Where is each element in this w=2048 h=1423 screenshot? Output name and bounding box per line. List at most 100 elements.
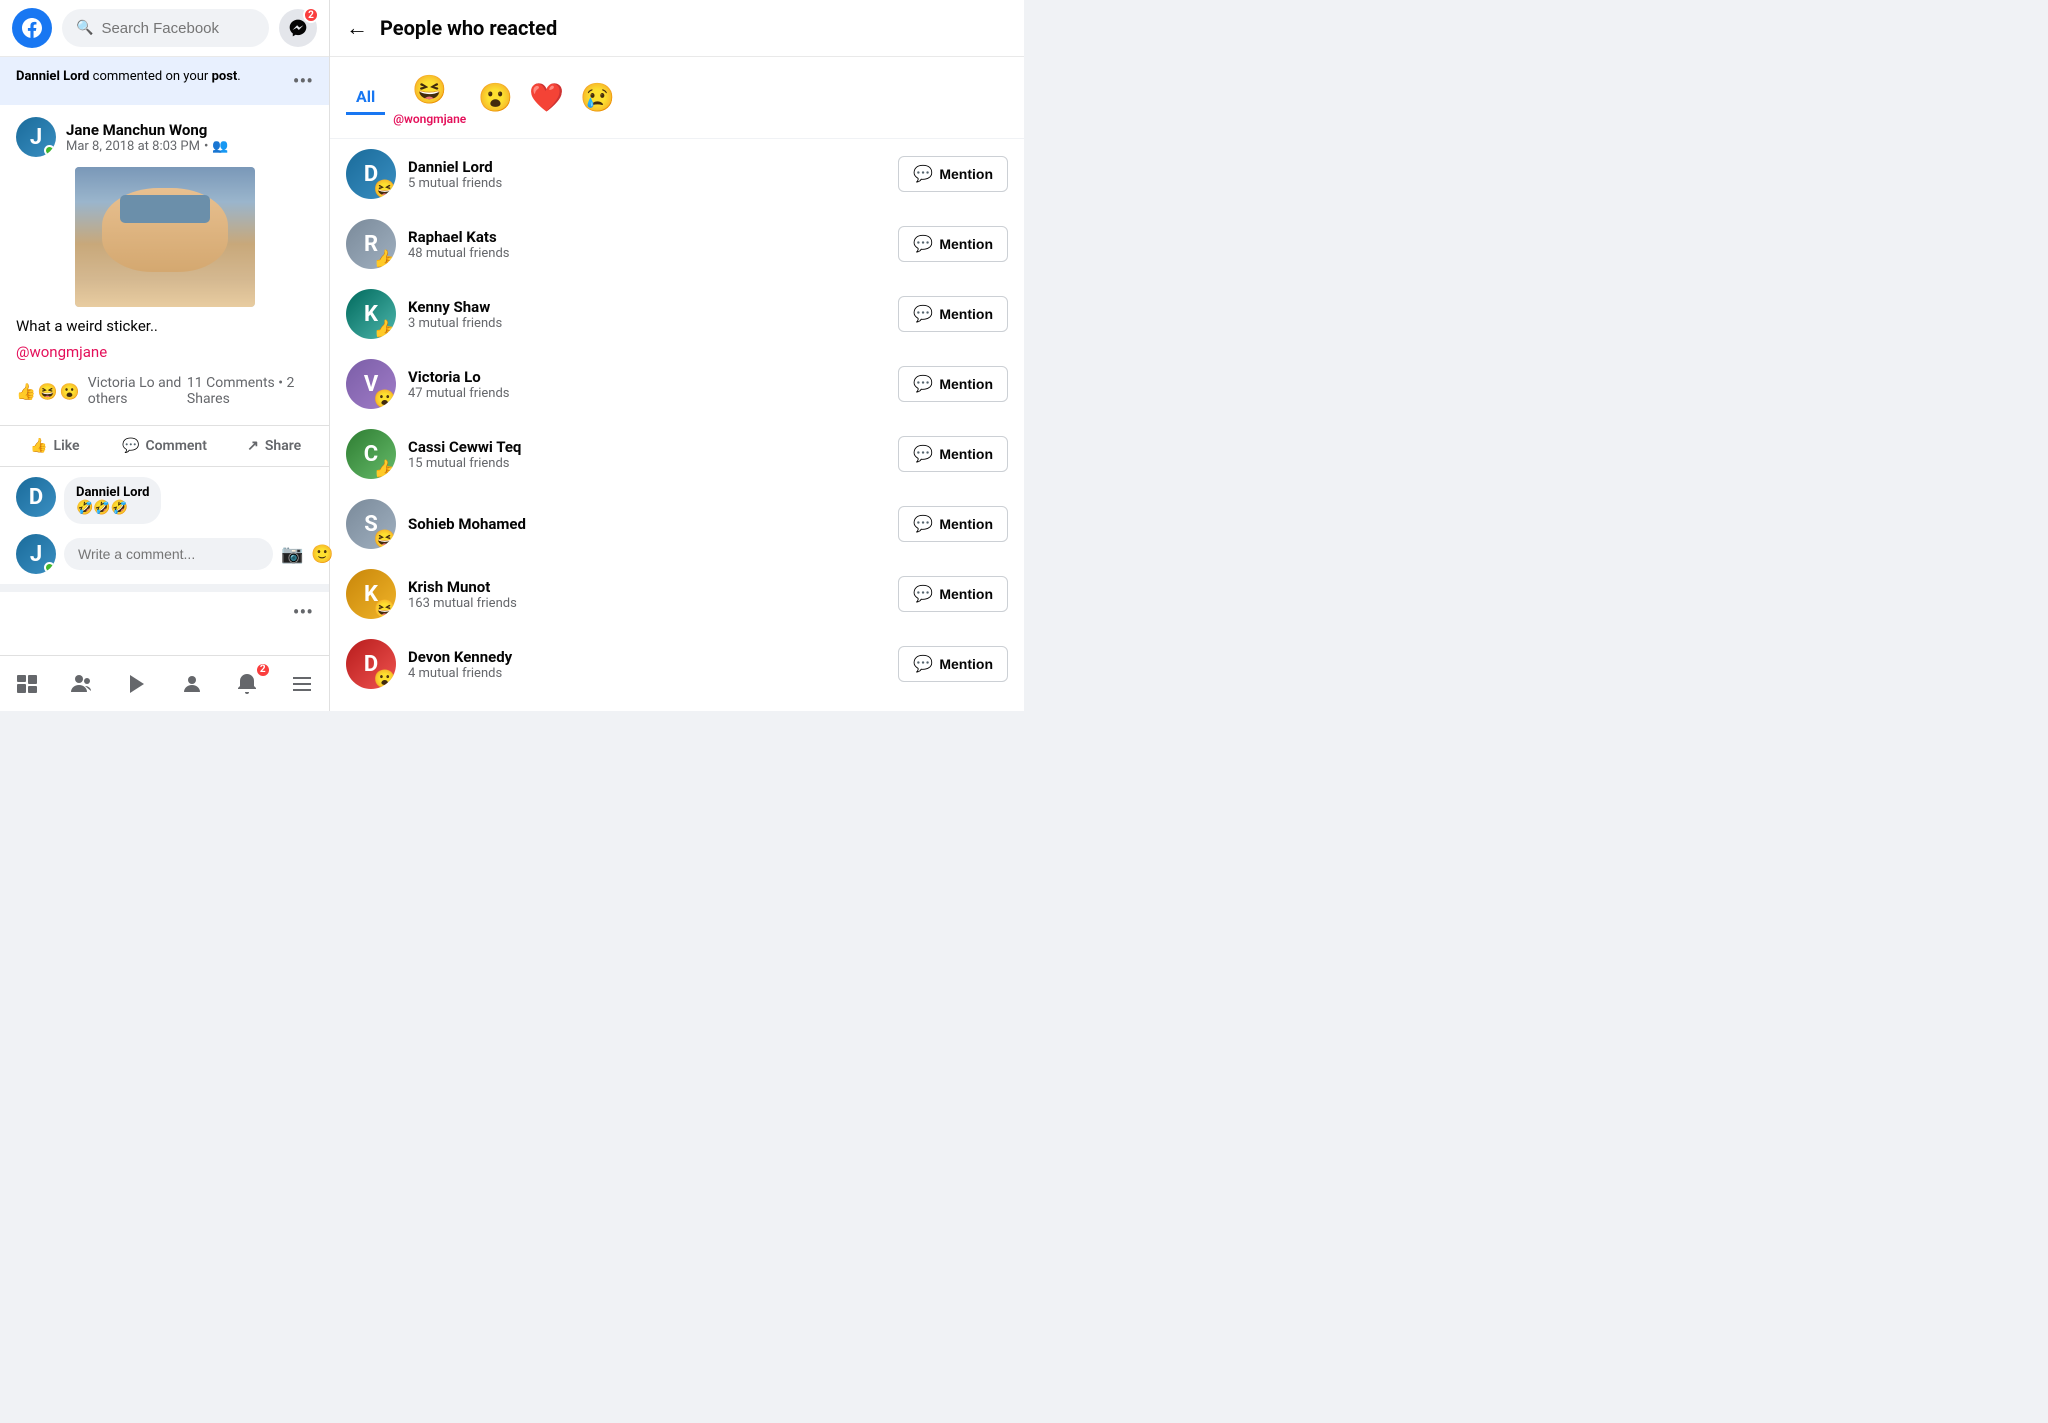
mention-button[interactable]: 💬 Mention <box>898 436 1008 472</box>
notification-item: Danniel Lord commented on your post. ••• <box>0 57 329 105</box>
mention-icon: 💬 <box>913 374 933 394</box>
mention-icon: 💬 <box>913 514 933 534</box>
person-info: Danniel Lord 5 mutual friends <box>408 158 886 191</box>
mention-button[interactable]: 💬 Mention <box>898 576 1008 612</box>
person-row: K 😆 Krish Munot 163 mutual friends 💬 Men… <box>330 559 1024 629</box>
post-actions: 👍 Like 💬 Comment ↗ Share <box>0 425 329 467</box>
person-info: Sohieb Mohamed <box>408 515 886 533</box>
comment-item: D Danniel Lord 🤣🤣🤣 <box>16 477 313 524</box>
reaction-emojis: 👍 😆 😮 <box>16 382 80 401</box>
mention-icon: 💬 <box>913 234 933 254</box>
person-mutual: 5 mutual friends <box>408 176 886 191</box>
comment-input[interactable] <box>64 538 273 570</box>
person-row: C 👍 Cassi Cewwi Teq 15 mutual friends 💬 … <box>330 419 1024 489</box>
emoji-icon[interactable]: 🙂 <box>311 544 333 565</box>
post-mention: @wongmjane <box>16 343 313 361</box>
facebook-logo <box>12 8 52 48</box>
back-button[interactable]: ← <box>346 15 368 41</box>
more-options-button[interactable]: ••• <box>293 600 313 624</box>
audience-icon: 👥 <box>212 139 228 154</box>
filter-all-button[interactable]: All <box>346 81 385 115</box>
person-row: D 😮 Devon Kennedy 4 mutual friends 💬 Men… <box>330 629 1024 699</box>
like-button[interactable]: 👍 Like <box>0 430 110 462</box>
current-user-avatar: J <box>16 534 56 574</box>
person-row: S 😆 Sohieb Mohamed 💬 Mention <box>330 489 1024 559</box>
mention-button[interactable]: 💬 Mention <box>898 506 1008 542</box>
comment-bubble: Danniel Lord 🤣🤣🤣 <box>64 477 161 524</box>
filter-sad-button[interactable]: 😢 <box>576 77 619 118</box>
reaction-count[interactable]: Victoria Lo and others <box>88 375 187 407</box>
person-name: Cassi Cewwi Teq <box>408 438 886 456</box>
person-row: D 😆 Danniel Lord 5 mutual friends 💬 Ment… <box>330 139 1024 209</box>
person-row: R 👍 Raphael Kats 48 mutual friends 💬 Men… <box>330 209 1024 279</box>
person-info: Raphael Kats 48 mutual friends <box>408 228 886 261</box>
separator <box>0 584 329 592</box>
comment-author: Danniel Lord <box>76 485 149 500</box>
nav-profile[interactable] <box>168 666 216 702</box>
commenter-avatar: D <box>16 477 56 517</box>
comment-section: D Danniel Lord 🤣🤣🤣 J 📷 🙂 <box>0 477 329 584</box>
mention-icon: 💬 <box>913 584 933 604</box>
left-panel: 🔍 2 Danniel Lord commented on your post.… <box>0 0 330 711</box>
top-nav: 🔍 2 <box>0 0 329 57</box>
reaction-badge: 😮 <box>374 391 396 409</box>
person-info: Kenny Shaw 3 mutual friends <box>408 298 886 331</box>
notification-more[interactable]: ••• <box>293 69 313 93</box>
bottom-nav: 2 <box>0 655 329 711</box>
panel-title: People who reacted <box>380 16 557 40</box>
mention-label: Mention <box>939 586 993 602</box>
mention-label: Mention <box>939 656 993 672</box>
person-info: Devon Kennedy 4 mutual friends <box>408 648 886 681</box>
notification-text: Danniel Lord commented on your post. <box>16 69 283 84</box>
person-name: Danniel Lord <box>408 158 886 176</box>
post-author-name: Jane Manchun Wong <box>66 121 313 139</box>
camera-icon[interactable]: 📷 <box>281 544 303 565</box>
nav-menu[interactable] <box>278 666 326 702</box>
search-input[interactable] <box>101 20 255 37</box>
person-row: K 👍 Kenny Shaw 3 mutual friends 💬 Mentio… <box>330 279 1024 349</box>
nav-notifications[interactable]: 2 <box>223 666 271 702</box>
comment-icon: 💬 <box>122 438 139 454</box>
filter-love-button[interactable]: ❤️ <box>525 77 568 118</box>
mention-label: Mention <box>939 446 993 462</box>
filter-all-container: All <box>346 81 385 115</box>
mention-button[interactable]: 💬 Mention <box>898 226 1008 262</box>
mention-button[interactable]: 💬 Mention <box>898 156 1008 192</box>
person-name: Sohieb Mohamed <box>408 515 886 533</box>
post-caption: What a weird sticker.. <box>16 317 313 335</box>
share-icon: ↗ <box>247 438 259 454</box>
share-button[interactable]: ↗ Share <box>219 430 329 462</box>
person-mutual: 4 mutual friends <box>408 666 886 681</box>
filter-wow-button[interactable]: 😮 <box>474 77 517 118</box>
person-name: Devon Kennedy <box>408 648 886 666</box>
comment-input-row: J 📷 🙂 <box>16 534 313 574</box>
filter-haha-button[interactable]: 😆 <box>408 69 451 110</box>
person-avatar: K 👍 <box>346 289 396 339</box>
comment-button[interactable]: 💬 Comment <box>110 430 220 462</box>
person-avatar: S 😆 <box>346 499 396 549</box>
mention-button[interactable]: 💬 Mention <box>898 366 1008 402</box>
person-mutual: 47 mutual friends <box>408 386 886 401</box>
post-stats: 11 Comments • 2 Shares <box>187 375 313 407</box>
nav-home[interactable] <box>3 666 51 702</box>
mention-icon: 💬 <box>913 164 933 184</box>
person-avatar: K 😆 <box>346 569 396 619</box>
person-mutual: 3 mutual friends <box>408 316 886 331</box>
mention-label: Mention <box>939 376 993 392</box>
mention-button[interactable]: 💬 Mention <box>898 296 1008 332</box>
search-bar[interactable]: 🔍 <box>62 9 269 47</box>
nav-watch[interactable] <box>113 666 161 702</box>
notification-badge: 2 <box>255 662 271 678</box>
search-icon: 🔍 <box>76 20 93 36</box>
nav-groups[interactable] <box>58 666 106 702</box>
person-mutual: 163 mutual friends <box>408 596 886 611</box>
mention-icon: 💬 <box>913 654 933 674</box>
like-icon: 👍 <box>30 438 47 454</box>
mention-label: Mention <box>939 306 993 322</box>
reaction-badge: 😆 <box>374 531 396 549</box>
mention-button[interactable]: 💬 Mention <box>898 646 1008 682</box>
post-header: J Jane Manchun Wong Mar 8, 2018 at 8:03 … <box>16 117 313 157</box>
messenger-button[interactable]: 2 <box>279 9 317 47</box>
person-info: Cassi Cewwi Teq 15 mutual friends <box>408 438 886 471</box>
input-icons: 📷 🙂 <box>281 544 334 565</box>
